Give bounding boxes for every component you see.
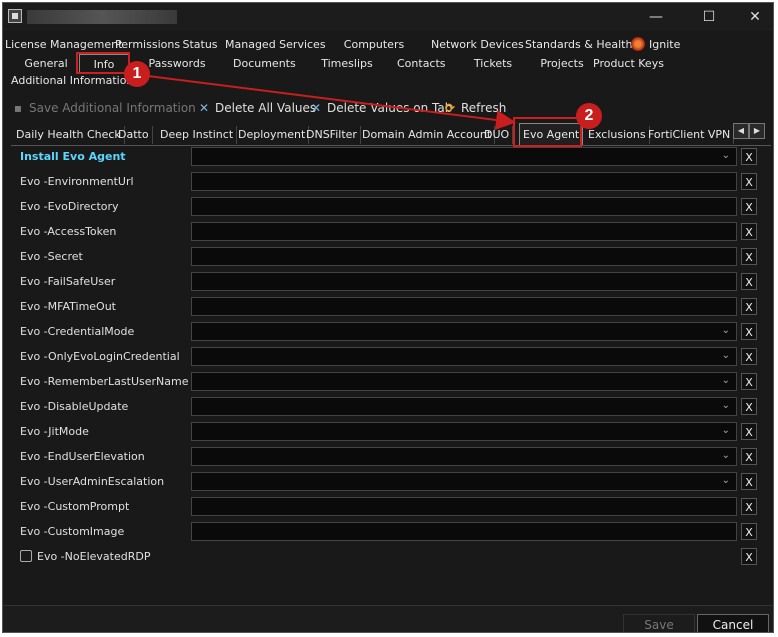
annotation-badge-2: 2 xyxy=(576,103,602,129)
annotation-badge-1: 1 xyxy=(124,61,150,87)
annotation-arrow xyxy=(131,73,516,130)
